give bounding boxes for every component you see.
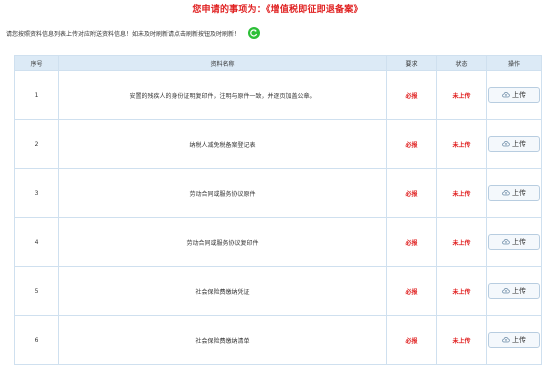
upload-button[interactable]: 上传 — [488, 185, 540, 201]
action-cell: 上传 — [486, 168, 542, 218]
status-label: 未上传 — [436, 266, 487, 316]
action-cell: 上传 — [486, 266, 542, 316]
upload-button-label: 上传 — [512, 288, 526, 295]
row-number: 6 — [14, 315, 59, 365]
table-row: 1 安置的残疾人的身份证明复印件，注明与原件一致，并逐页加盖公章。 必报 未上传 上传 — [14, 70, 542, 120]
col-header-status: 状态 — [436, 55, 487, 71]
cloud-upload-icon — [502, 140, 512, 149]
requirement-label: 必报 — [386, 315, 437, 365]
status-label: 未上传 — [436, 315, 487, 365]
document-name: 纳税人减免税备案登记表 — [58, 119, 387, 169]
requirement-label: 必报 — [386, 119, 437, 169]
document-name: 社会保险费缴纳清单 — [58, 315, 387, 365]
cloud-upload-icon — [502, 287, 512, 296]
upload-button[interactable]: 上传 — [488, 283, 540, 299]
notice-bar: 请您按照资料信息列表上传对应附送资料信息！如未及时刷新请点击刷新按钮及时刷新！ — [6, 26, 546, 42]
upload-button-label: 上传 — [512, 239, 526, 246]
action-cell: 上传 — [486, 70, 542, 120]
requirement-label: 必报 — [386, 217, 437, 267]
action-cell: 上传 — [486, 217, 542, 267]
upload-button-label: 上传 — [512, 190, 526, 197]
status-label: 未上传 — [436, 70, 487, 120]
col-header-action: 操作 — [486, 55, 542, 71]
requirement-label: 必报 — [386, 70, 437, 120]
status-label: 未上传 — [436, 168, 487, 218]
refresh-icon[interactable] — [247, 26, 260, 39]
row-number: 2 — [14, 119, 59, 169]
table-row: 2 纳税人减免税备案登记表 必报 未上传 上传 — [14, 119, 542, 169]
row-number: 5 — [14, 266, 59, 316]
action-cell: 上传 — [486, 315, 542, 365]
status-label: 未上传 — [436, 119, 487, 169]
row-number: 1 — [14, 70, 59, 120]
status-label: 未上传 — [436, 217, 487, 267]
table-row: 3 劳动合同或服务协议原件 必报 未上传 上传 — [14, 168, 542, 218]
upload-button-label: 上传 — [512, 92, 526, 99]
page-title: 您申请的事项为：《增值税即征即退备案》 — [192, 5, 363, 15]
document-name: 社会保险费缴纳凭证 — [58, 266, 387, 316]
table-header-row: 序号 资料名称 要求 状态 操作 — [14, 55, 542, 71]
table-row: 5 社会保险费缴纳凭证 必报 未上传 上传 — [14, 266, 542, 316]
document-name: 劳动合同或服务协议原件 — [58, 168, 387, 218]
action-cell: 上传 — [486, 119, 542, 169]
upload-button-label: 上传 — [512, 337, 526, 344]
requirement-label: 必报 — [386, 266, 437, 316]
notice-text: 请您按照资料信息列表上传对应附送资料信息！如未及时刷新请点击刷新按钮及时刷新！ — [6, 31, 241, 38]
upload-button[interactable]: 上传 — [488, 87, 540, 103]
col-header-no: 序号 — [14, 55, 59, 71]
document-name: 劳动合同或服务协议复印件 — [58, 217, 387, 267]
cloud-upload-icon — [502, 91, 512, 100]
document-name: 安置的残疾人的身份证明复印件，注明与原件一致，并逐页加盖公章。 — [58, 70, 387, 120]
attachments-table: 序号 资料名称 要求 状态 操作 1 安置的残疾人的身份证明复印件，注明与原件一致… — [14, 55, 542, 365]
row-number: 3 — [14, 168, 59, 218]
upload-button-label: 上传 — [512, 141, 526, 148]
row-number: 4 — [14, 217, 59, 267]
upload-button[interactable]: 上传 — [488, 136, 540, 152]
cloud-upload-icon — [502, 336, 512, 345]
col-header-requirement: 要求 — [386, 55, 437, 71]
cloud-upload-icon — [502, 189, 512, 198]
upload-button[interactable]: 上传 — [488, 234, 540, 250]
requirement-label: 必报 — [386, 168, 437, 218]
col-header-name: 资料名称 — [58, 55, 387, 71]
upload-button[interactable]: 上传 — [488, 332, 540, 348]
table-row: 6 社会保险费缴纳清单 必报 未上传 上传 — [14, 315, 542, 365]
table-row: 4 劳动合同或服务协议复印件 必报 未上传 上传 — [14, 217, 542, 267]
cloud-upload-icon — [502, 238, 512, 247]
